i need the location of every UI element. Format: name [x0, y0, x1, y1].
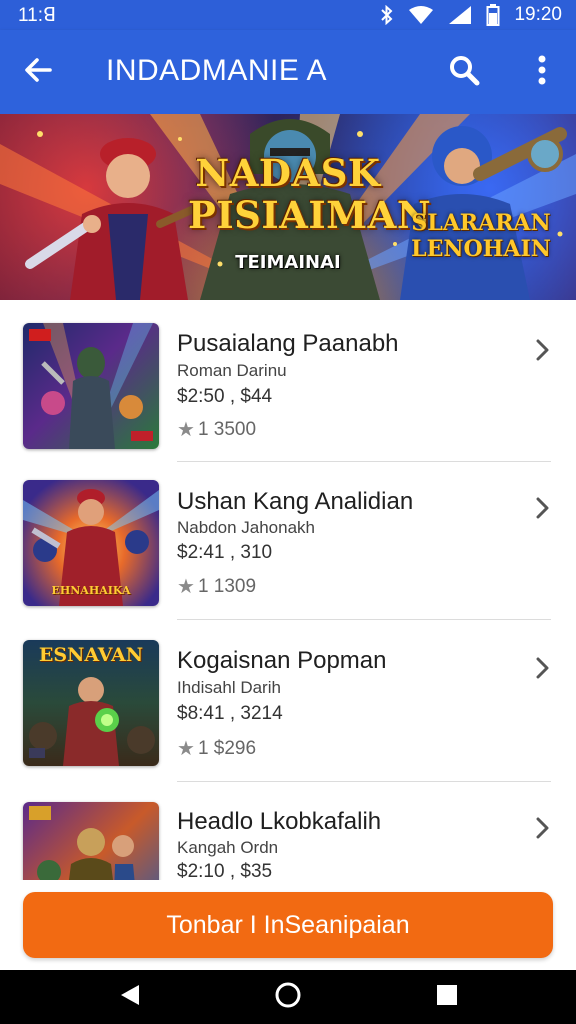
banner-side-title-line1: SLARARAN — [411, 210, 551, 236]
item-rating-value: 1 3500 — [197, 418, 257, 440]
item-price: $2:10 , $35 — [177, 861, 273, 880]
hero-banner[interactable]: NADASK PISIAIMAN TEIMAINAI — [0, 114, 576, 300]
item-thumbnail: ESNAVAN — [23, 640, 159, 766]
primary-action-button[interactable]: Tonbar I InSeanipaian — [23, 892, 553, 958]
banner-title: NADASK PISIAIMAN — [188, 151, 432, 237]
item-subtitle: Kangah Ordn — [177, 838, 279, 857]
item-thumbnail — [23, 323, 159, 449]
nav-home-button[interactable] — [270, 979, 306, 1015]
chevron-right-icon — [535, 339, 549, 366]
chevron-right-icon — [535, 497, 549, 524]
nav-back-icon — [119, 983, 141, 1012]
item-artwork — [29, 323, 153, 449]
star-icon: ★ — [177, 419, 195, 441]
nav-home-icon — [274, 981, 302, 1014]
item-thumbnail-caption: EHNAHAIKA — [51, 584, 131, 597]
back-button[interactable] — [16, 50, 60, 94]
wifi-icon — [408, 5, 434, 25]
item-thumbnail: EHNAHAIKA — [23, 480, 159, 606]
status-bar: 11:ꓭ 19:20 — [0, 0, 576, 30]
chevron-right-icon — [535, 657, 549, 684]
item-chevron[interactable] — [528, 656, 556, 684]
search-icon — [448, 54, 480, 91]
item-rating-value: 1 1309 — [197, 575, 257, 597]
bluetooth-icon — [380, 5, 394, 25]
star-icon: ★ — [177, 576, 195, 598]
item-subtitle: Nabdon Jahonakh — [177, 518, 316, 537]
item-artwork — [29, 806, 135, 880]
item-price: $8:41 , 3214 — [177, 703, 283, 724]
item-thumbnail — [23, 802, 159, 880]
banner-title-line2: PISIAIMAN — [188, 193, 432, 237]
item-subtitle: Ihdisahl Darih — [177, 678, 281, 697]
nav-back-button[interactable] — [112, 979, 148, 1015]
star-icon: ★ — [177, 738, 195, 760]
system-nav-bar — [0, 970, 576, 1024]
banner-title-line1: NADASK — [195, 151, 381, 195]
arrow-back-icon — [23, 55, 53, 90]
status-icons: 19:20 — [380, 4, 562, 26]
search-button[interactable] — [442, 50, 486, 94]
item-rating: ★ 1 1309 — [177, 574, 256, 599]
list-item[interactable]: Headlo Lkobkafalih Kangah Ordn $2:10 , $… — [0, 778, 576, 880]
item-chevron[interactable] — [528, 338, 556, 366]
item-subtitle: Roman Darinu — [177, 361, 287, 380]
signal-icon — [448, 5, 472, 25]
list-item[interactable]: EHNAHAIKA Ushan Kang Analidian Nabdon Ja… — [0, 458, 576, 616]
item-title: Kogaisnan Popman — [177, 647, 387, 674]
game-list: Pusaialang Paanabh Roman Darinu $2:50 , … — [0, 300, 576, 880]
list-item[interactable]: ESNAVAN Kogaisnan Popman Ihdisahl Darih … — [0, 618, 576, 776]
item-price: $2:50 , $44 — [177, 386, 273, 407]
left-hero-figure — [25, 138, 209, 300]
more-options-button[interactable] — [520, 50, 564, 94]
chevron-right-icon — [535, 817, 549, 844]
nav-recents-icon — [436, 984, 458, 1011]
item-title: Headlo Lkobkafalih — [177, 808, 382, 835]
item-rating: ★ 1 $296 — [177, 736, 256, 761]
status-time-right: 19:20 — [514, 4, 562, 25]
item-chevron[interactable] — [528, 816, 556, 844]
item-rating-value: 1 $296 — [197, 737, 257, 759]
item-title: Ushan Kang Analidian — [177, 488, 414, 515]
primary-action-label: Tonbar I InSeanipaian — [166, 910, 410, 939]
nav-recents-button[interactable] — [429, 979, 465, 1015]
app-bar-title: INDADMANIE A — [106, 54, 328, 87]
battery-icon — [486, 4, 500, 26]
banner-side-title-line2: LENOHAIN — [411, 236, 551, 262]
app-bar: INDADMANIE A — [0, 30, 576, 114]
item-price: $2:41 , 310 — [177, 542, 273, 563]
item-thumbnail-title: ESNAVAN — [38, 644, 144, 666]
item-title: Pusaialang Paanabh — [177, 330, 399, 357]
list-item[interactable]: Pusaialang Paanabh Roman Darinu $2:50 , … — [0, 300, 576, 458]
status-time-left: 11:ꓭ — [18, 4, 57, 26]
item-rating: ★ 1 3500 — [177, 417, 256, 442]
more-vert-icon — [537, 55, 547, 90]
banner-subtitle: TEIMAINAI — [235, 252, 341, 273]
banner-side-title: SLARARAN LENOHAIN — [396, 210, 566, 270]
item-chevron[interactable] — [528, 496, 556, 524]
